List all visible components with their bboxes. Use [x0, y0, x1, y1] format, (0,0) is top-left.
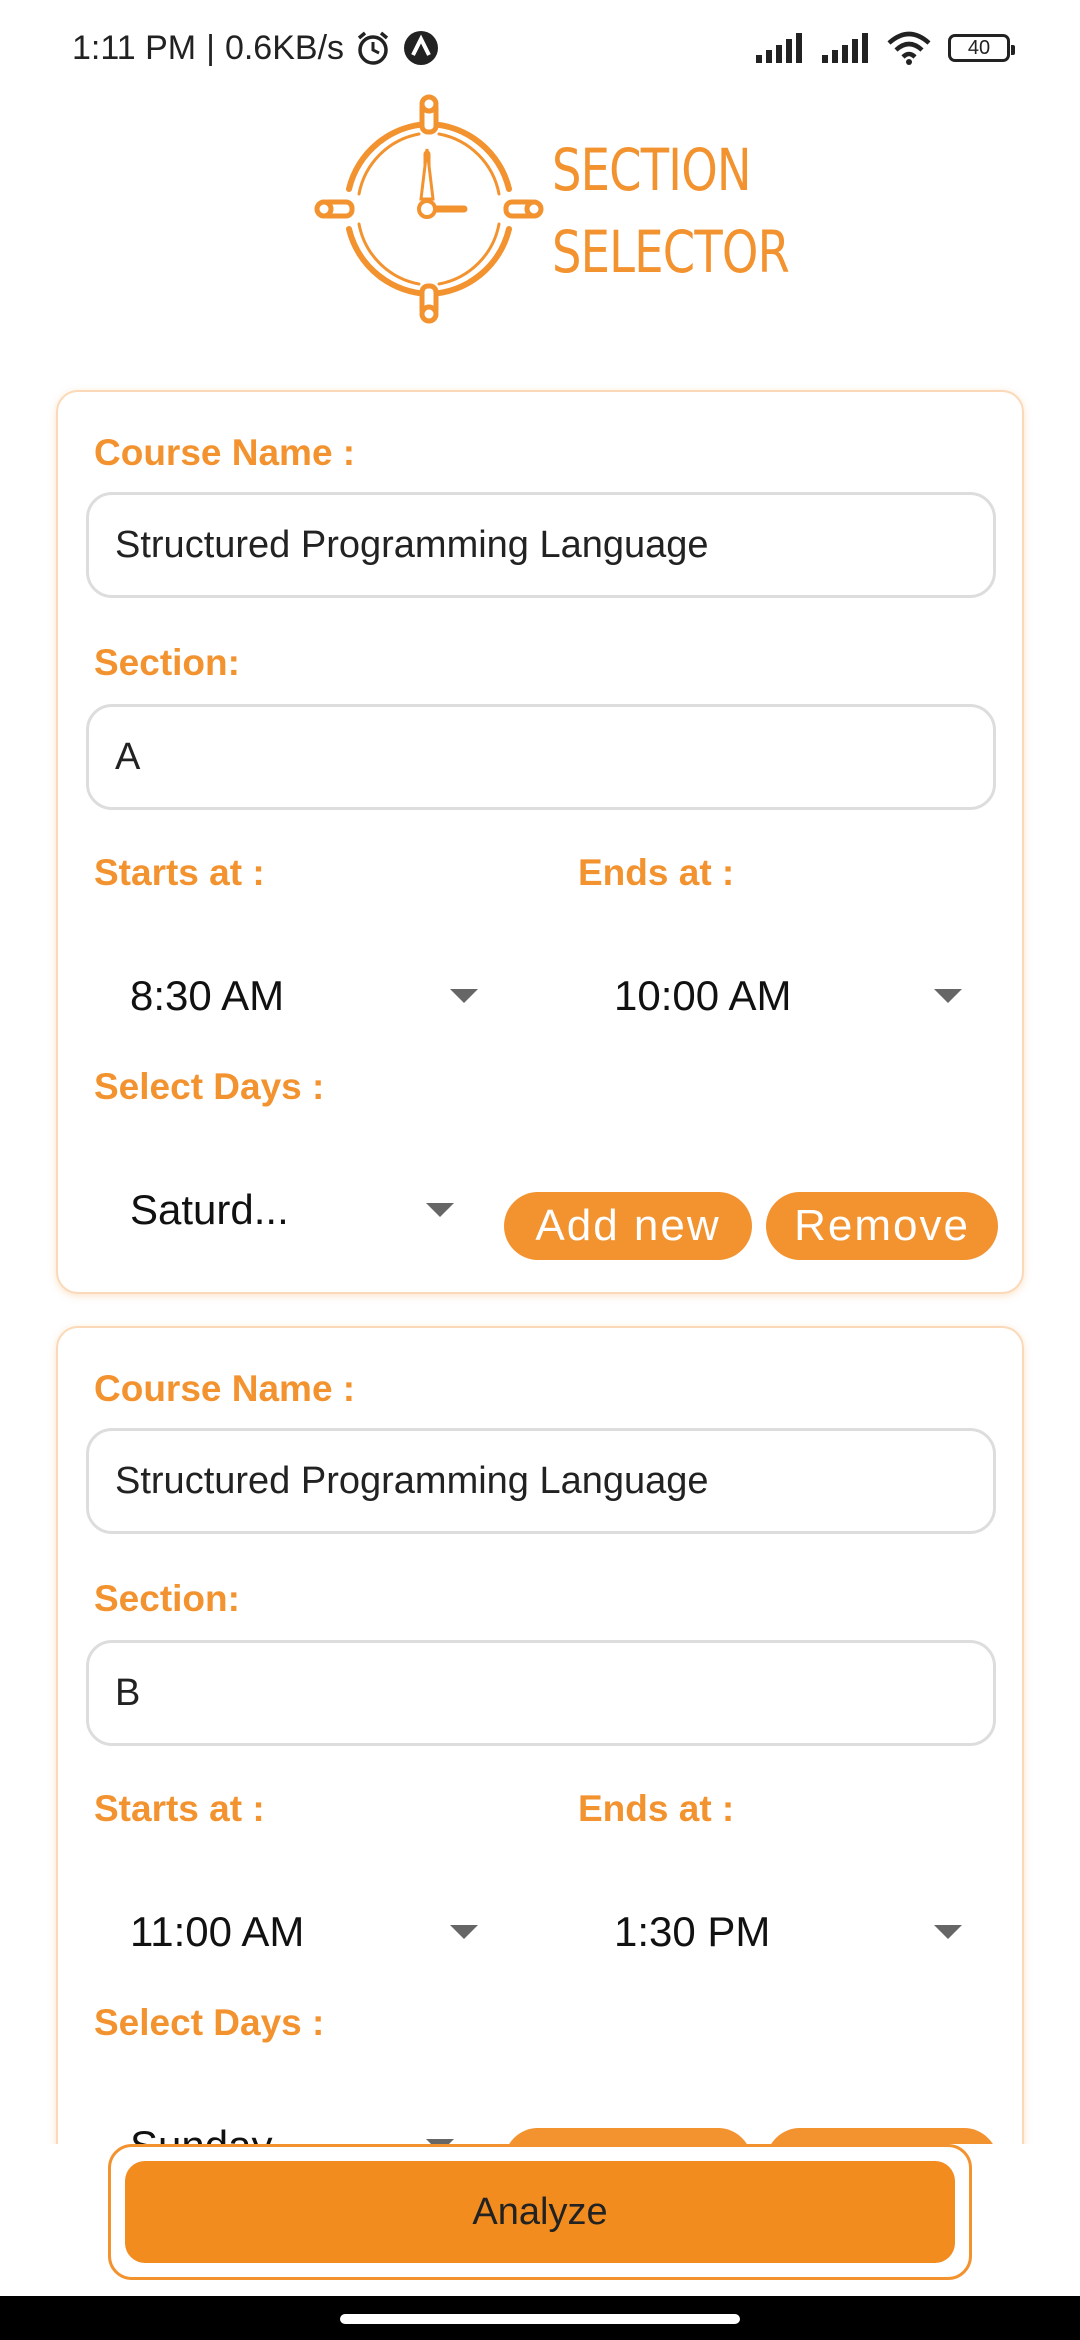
signal-icon: [754, 33, 804, 63]
days-dropdown[interactable]: Sunday...: [130, 2106, 454, 2144]
status-separator: |: [206, 28, 215, 67]
status-bar: 1:11 PM | 0.6KB/s 40: [0, 0, 1080, 96]
ends-at-label: Ends at :: [578, 1788, 735, 1829]
days-dropdown[interactable]: Saturd...: [130, 1170, 454, 1250]
start-time-value: 8:30 AM: [130, 972, 285, 1019]
section-field[interactable]: B: [86, 1640, 996, 1746]
end-time-dropdown[interactable]: 10:00 AM: [614, 956, 962, 1036]
course-list[interactable]: Course Name : Structured Programming Lan…: [0, 360, 1080, 2144]
course-name-value: Structured Programming Language: [115, 523, 709, 566]
course-name-label: Course Name :: [94, 1368, 356, 1409]
analyze-button-container: Analyze: [108, 2144, 972, 2280]
home-indicator[interactable]: [340, 2314, 740, 2324]
alarm-icon: [354, 29, 392, 67]
app-screen: 1:11 PM | 0.6KB/s 40 SECTION SELECTOR Co…: [0, 0, 1080, 2340]
section-label: Section:: [94, 642, 240, 683]
logo-line-1: SECTION: [552, 136, 752, 204]
chevron-down-icon: [934, 989, 962, 1003]
clock-icon: [314, 94, 544, 329]
select-days-label: Select Days :: [94, 2002, 325, 2043]
course-name-label: Course Name :: [94, 432, 356, 473]
start-time-value: 11:00 AM: [130, 1908, 305, 1955]
remove-button[interactable]: Remove: [766, 1192, 998, 1260]
section-field[interactable]: A: [86, 704, 996, 810]
course-card: Course Name : Structured Programming Lan…: [56, 390, 1024, 1294]
battery-icon: 40: [948, 34, 1015, 62]
section-value: B: [115, 1671, 141, 1714]
end-time-value: 10:00 AM: [614, 972, 792, 1019]
section-value: A: [115, 735, 141, 778]
add-new-button[interactable]: Add new: [504, 1192, 752, 1260]
chevron-down-icon: [426, 1203, 454, 1217]
days-value: Sunday...: [130, 2122, 304, 2144]
chevron-down-icon: [934, 1925, 962, 1939]
battery-level: 40: [967, 36, 991, 59]
starts-at-label: Starts at :: [94, 1788, 265, 1829]
select-days-label: Select Days :: [94, 1066, 325, 1107]
section-label: Section:: [94, 1578, 240, 1619]
logo-line-2: SELECTOR: [552, 218, 790, 286]
start-time-dropdown[interactable]: 11:00 AM: [130, 1892, 478, 1972]
course-name-field[interactable]: Structured Programming Language: [86, 1428, 996, 1534]
course-name-field[interactable]: Structured Programming Language: [86, 492, 996, 598]
course-name-value: Structured Programming Language: [115, 1459, 709, 1502]
network-speed: 0.6KB/s: [224, 28, 345, 67]
app-logo: SECTION SELECTOR: [314, 94, 790, 329]
days-value: Saturd...: [130, 1186, 289, 1233]
status-left: 1:11 PM | 0.6KB/s: [72, 29, 440, 68]
course-card: Course Name : Structured Programming Lan…: [56, 1326, 1024, 2144]
app-icon: [402, 29, 440, 67]
remove-button[interactable]: Remove: [766, 2128, 998, 2144]
end-time-dropdown[interactable]: 1:30 PM: [614, 1892, 962, 1972]
starts-at-label: Starts at :: [94, 852, 265, 893]
status-right: 40: [754, 31, 1015, 65]
analyze-button[interactable]: Analyze: [125, 2161, 955, 2263]
end-time-value: 1:30 PM: [614, 1908, 771, 1955]
signal-icon-2: [820, 33, 870, 63]
chevron-down-icon: [450, 989, 478, 1003]
ends-at-label: Ends at :: [578, 852, 735, 893]
chevron-down-icon: [450, 1925, 478, 1939]
add-new-button[interactable]: Add new: [504, 2128, 752, 2144]
status-time: 1:11 PM: [72, 28, 197, 67]
wifi-icon: [886, 31, 932, 65]
start-time-dropdown[interactable]: 8:30 AM: [130, 956, 478, 1036]
logo-text: SECTION SELECTOR: [552, 129, 790, 293]
